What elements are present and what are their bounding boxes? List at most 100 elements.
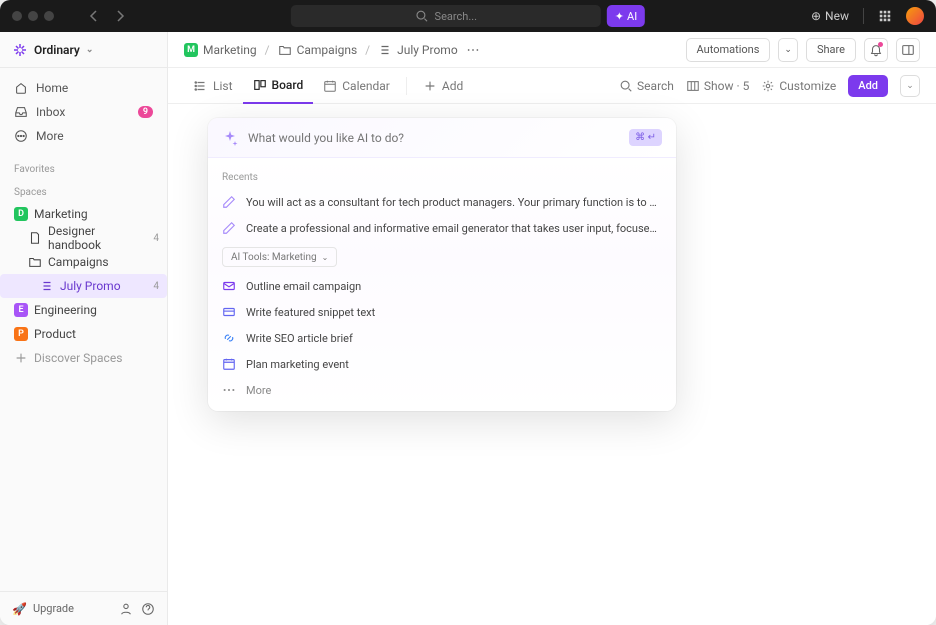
share-button[interactable]: Share [806,38,856,62]
ai-tool-item[interactable]: Write featured snippet text [208,299,676,325]
ai-tool-item[interactable]: Write SEO article brief [208,325,676,351]
ai-recent-item[interactable]: Create a professional and informative em… [208,215,676,241]
chevron-down-icon: ⌄ [906,81,914,91]
sparkle-icon: ✦ [615,10,624,23]
ellipsis-icon [222,383,236,397]
ai-prompt-input[interactable] [248,131,619,145]
view-board[interactable]: Board [243,68,314,104]
breadcrumb-space[interactable]: M Marketing [184,43,257,57]
chevron-down-icon: ⌄ [86,45,94,55]
automations-button[interactable]: Automations [686,38,771,62]
view-calendar[interactable]: Calendar [313,68,400,104]
breadcrumb-bar: M Marketing / Campaigns / July Promo Aut… [168,32,936,68]
sidebar-footer: 🚀 Upgrade [0,591,167,625]
folder-icon [278,43,292,57]
home-icon [14,81,28,95]
sidebar-item-designer-handbook[interactable]: Designer handbook 4 [0,226,167,250]
maximize-dot-icon[interactable] [44,11,54,21]
rocket-icon: 🚀 [12,602,27,616]
columns-icon [686,79,700,93]
views-bar: List Board Calendar Add [168,68,936,104]
chevron-down-icon: ⌄ [322,253,329,262]
sidebar-item-july-promo[interactable]: July Promo 4 [0,274,167,298]
ai-panel-header: ⌘ ↵ [208,118,676,158]
document-icon [28,231,42,245]
add-task-dropdown[interactable]: ⌄ [900,75,920,97]
space-product[interactable]: P Product [0,322,167,346]
sidebar-more[interactable]: More [6,124,161,148]
search-icon [619,79,633,93]
link-icon [222,331,236,345]
gear-icon [761,79,775,93]
recents-label: Recents [208,166,676,189]
sidebar-item-campaigns[interactable]: Campaigns [0,250,167,274]
search-view[interactable]: Search [619,79,674,93]
pencil-icon [222,195,236,209]
ai-panel: ⌘ ↵ Recents You will act as a consultant… [208,118,676,411]
back-button[interactable] [86,8,102,24]
notifications-button[interactable] [864,38,888,62]
user-icon[interactable] [119,602,133,616]
workspace-selector[interactable]: Ordinary ⌄ [0,32,167,68]
ai-panel-body: Recents You will act as a consultant for… [208,158,676,411]
new-button[interactable]: ⊕ New [811,9,849,23]
ai-tool-item[interactable]: Plan marketing event [208,351,676,377]
keyboard-shortcut: ⌘ ↵ [629,129,662,146]
calendar-icon [323,79,337,93]
show-columns[interactable]: Show · 5 [686,79,749,93]
traffic-lights [12,11,54,21]
upgrade-link[interactable]: Upgrade [33,602,74,615]
folder-icon [28,255,42,269]
space-badge-icon: E [14,303,28,317]
plus-icon [423,79,437,93]
workspace-logo-icon [12,42,28,58]
sidebar-home[interactable]: Home [6,76,161,100]
ai-tool-item[interactable]: Outline email campaign [208,273,676,299]
ai-button[interactable]: ✦ AI [607,5,645,27]
sidebar: Ordinary ⌄ Home Inbox 9 More Favorit [0,32,168,625]
user-avatar[interactable] [906,7,924,25]
global-search[interactable]: Search... [291,5,601,27]
space-engineering[interactable]: E Engineering [0,298,167,322]
sidebar-inbox[interactable]: Inbox 9 [6,100,161,124]
calendar-icon [222,357,236,371]
notification-dot-icon [878,42,883,47]
list-icon [40,279,54,293]
customize-view[interactable]: Customize [761,79,836,93]
list-icon [194,79,208,93]
breadcrumb-folder[interactable]: Campaigns [278,43,358,57]
automations-dropdown[interactable]: ⌄ [778,38,798,62]
spaces-label: Spaces [0,179,167,202]
help-icon[interactable] [141,602,155,616]
inbox-icon [14,105,28,119]
space-badge-icon: M [184,43,198,57]
space-badge-icon: D [14,207,28,221]
apps-grid-icon[interactable] [878,9,892,23]
plus-circle-icon: ⊕ [811,9,821,23]
chevron-down-icon: ⌄ [784,45,792,55]
ellipsis-icon[interactable] [466,43,480,57]
sidebar-icon [901,43,915,57]
envelope-icon [222,279,236,293]
ai-tools-filter[interactable]: AI Tools: Marketing ⌄ [222,247,337,267]
panel-toggle-button[interactable] [896,38,920,62]
search-placeholder: Search... [435,10,478,23]
pencil-icon [222,221,236,235]
plus-icon [14,351,28,365]
breadcrumb-list[interactable]: July Promo [378,43,458,57]
close-dot-icon[interactable] [12,11,22,21]
forward-button[interactable] [112,8,128,24]
ai-more[interactable]: More [208,377,676,403]
view-add[interactable]: Add [413,68,473,104]
space-badge-icon: P [14,327,28,341]
list-icon [378,43,392,57]
view-list[interactable]: List [184,68,243,104]
add-task-button[interactable]: Add [848,75,888,97]
ai-recent-item[interactable]: You will act as a consultant for tech pr… [208,189,676,215]
discover-spaces[interactable]: Discover Spaces [0,346,167,370]
board-icon [253,78,267,92]
sparkle-icon [222,130,238,146]
search-icon [415,9,429,23]
space-marketing[interactable]: D Marketing [0,202,167,226]
minimize-dot-icon[interactable] [28,11,38,21]
